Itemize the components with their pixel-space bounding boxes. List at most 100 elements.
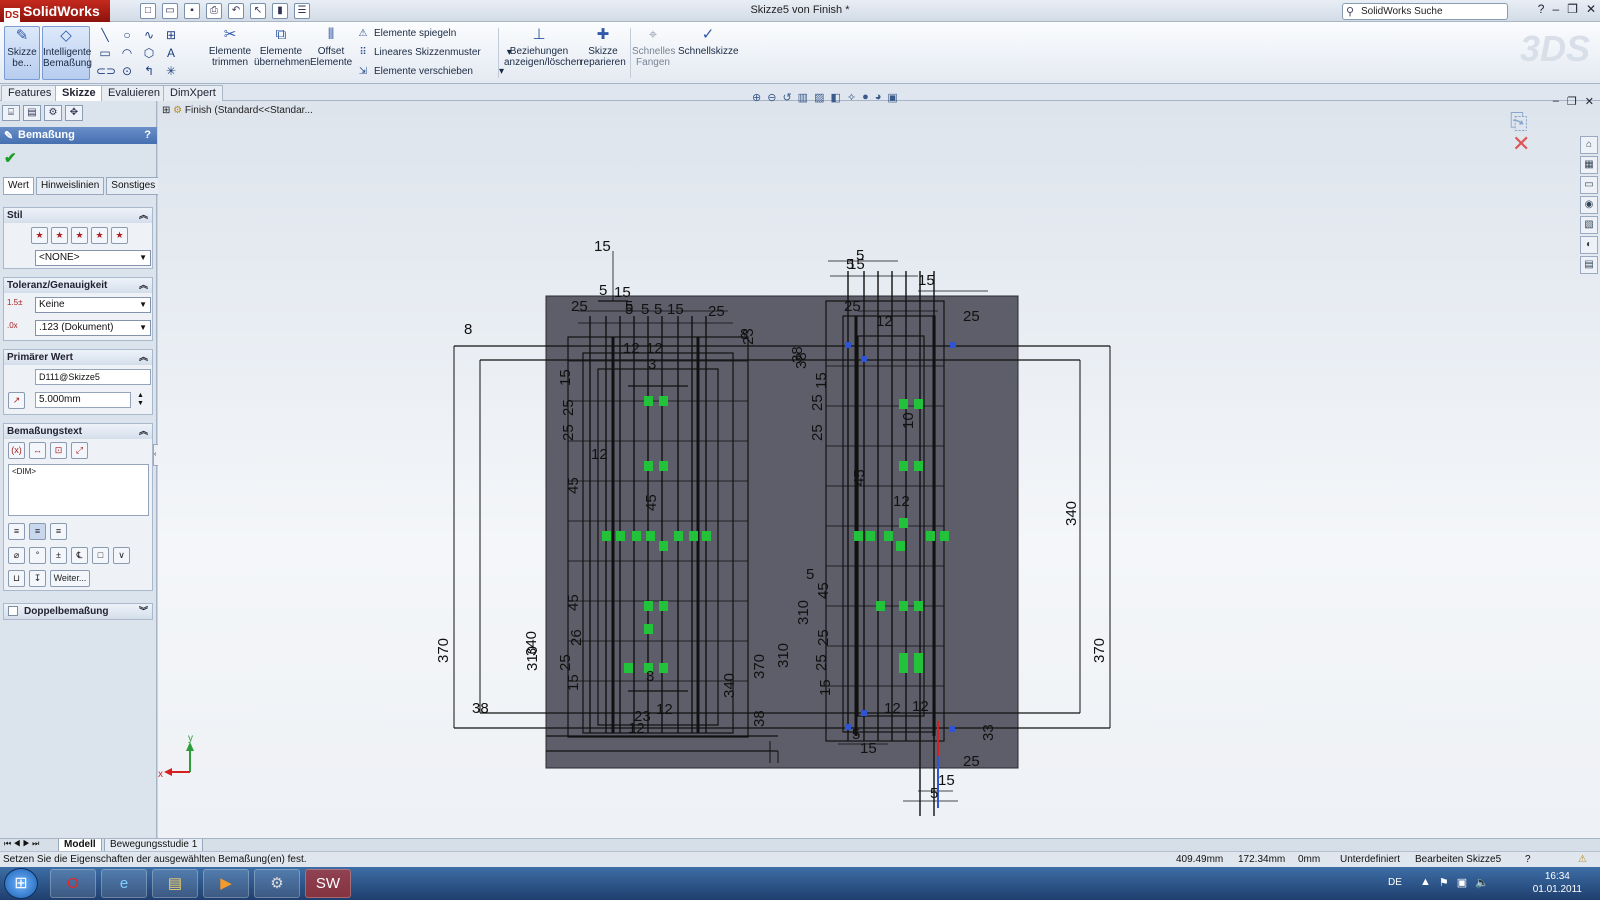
- sketch-canvas[interactable]: 155 15525 5 5 5 15 258 82312 1233815252512454545…: [158, 101, 1578, 838]
- right-dimension-label[interactable]: 25: [813, 654, 830, 671]
- constraint-marker[interactable]: [644, 624, 653, 634]
- opera-icon[interactable]: O: [50, 869, 96, 898]
- right-dimension-label[interactable]: 25: [815, 629, 832, 646]
- dimension-value-field[interactable]: 5.000mm: [35, 392, 131, 408]
- constraint-marker[interactable]: [602, 531, 611, 541]
- right-dimension-label[interactable]: 310: [775, 643, 792, 668]
- volume-icon[interactable]: 🔈: [1475, 876, 1489, 889]
- constraint-marker[interactable]: [644, 601, 653, 611]
- collapse-icon[interactable]: ︽: [139, 278, 148, 293]
- constraint-marker[interactable]: [624, 663, 633, 673]
- solidworks-task-icon[interactable]: SW: [305, 869, 351, 898]
- delete-style-icon[interactable]: ★: [71, 227, 88, 244]
- right-dimension-label[interactable]: 310: [795, 600, 812, 625]
- center-dim-icon[interactable]: ↔: [29, 442, 46, 459]
- tray-up-arrow-icon[interactable]: ▲: [1420, 876, 1431, 889]
- right-dimension-label[interactable]: 15: [848, 256, 865, 273]
- mirror-entities-button[interactable]: ⚠ Elemente spiegeln: [356, 26, 457, 42]
- constraint-marker[interactable]: [644, 396, 653, 406]
- resources-icon[interactable]: ⌂: [1580, 136, 1598, 154]
- collapse-icon[interactable]: ︽: [139, 208, 148, 223]
- right-dimension-label[interactable]: 25: [963, 308, 980, 325]
- plus-minus-icon[interactable]: ±: [50, 547, 67, 564]
- move-entities-button[interactable]: ⇲ Elemente verschieben ▾: [356, 64, 504, 80]
- left-dimension-label[interactable]: 15: [594, 238, 611, 255]
- constraint-marker[interactable]: [899, 518, 908, 528]
- trim-entities-button[interactable]: ✂ Elemente trimmen: [208, 26, 252, 80]
- convert-entities-button[interactable]: ⧉ Elemente übernehmen: [254, 26, 310, 80]
- group-dimtext-header[interactable]: Bemaßungstext ︽: [4, 424, 152, 439]
- tab-features[interactable]: Features: [1, 85, 59, 101]
- depth-icon[interactable]: ↧: [29, 570, 46, 587]
- repair-sketch-button[interactable]: ✚ Skizze reparieren: [580, 26, 626, 80]
- collapse-icon[interactable]: ︽: [139, 350, 148, 365]
- restore-icon[interactable]: ❐: [1567, 2, 1578, 16]
- right-dimension-label[interactable]: 5: [806, 566, 814, 583]
- tab-nav-arrows-icon[interactable]: ⏮ ◀ ▶ ⏭: [4, 839, 39, 849]
- dimension-text-area[interactable]: <DIM>: [8, 464, 149, 516]
- constraint-marker[interactable]: [896, 541, 905, 551]
- right-dimension-label[interactable]: 15: [938, 772, 955, 789]
- left-dimension-label[interactable]: 38: [751, 710, 768, 727]
- constraint-marker[interactable]: [899, 663, 908, 673]
- style-select[interactable]: <NONE> ▼: [35, 250, 151, 266]
- constraint-marker[interactable]: [854, 531, 863, 541]
- precision-select[interactable]: .123 (Dokument) ▼: [35, 320, 151, 336]
- group-tolerance-header[interactable]: Toleranz/Genauigkeit ︽: [4, 278, 152, 293]
- offset-text-icon[interactable]: ⤢: [71, 442, 88, 459]
- constraint-marker[interactable]: [646, 531, 655, 541]
- sketch-endpoint[interactable]: [845, 724, 851, 730]
- sketch-button[interactable]: ✎ Skizze be...: [4, 26, 40, 80]
- arc-icon[interactable]: ◠: [118, 44, 136, 62]
- ok-check-icon[interactable]: ✔: [4, 149, 17, 167]
- explorer-icon[interactable]: ▤: [152, 869, 198, 898]
- reverse-direction-icon[interactable]: ↗: [8, 392, 25, 409]
- fillet-icon[interactable]: ↰: [140, 62, 158, 80]
- tolerance-type-select[interactable]: Keine ▼: [35, 297, 151, 313]
- start-button-icon[interactable]: ⊞: [4, 868, 38, 899]
- internet-explorer-icon[interactable]: e: [101, 869, 147, 898]
- point-circle-icon[interactable]: ⊙: [118, 62, 136, 80]
- sketch-endpoint[interactable]: [950, 342, 956, 348]
- dual-checkbox[interactable]: [8, 606, 18, 616]
- file-explorer-icon[interactable]: ▭: [1580, 176, 1598, 194]
- grid-icon[interactable]: ⊞: [162, 26, 180, 44]
- right-dimension-label[interactable]: 15: [817, 679, 834, 696]
- constraint-marker[interactable]: [914, 399, 923, 409]
- left-dimension-label[interactable]: 25: [571, 298, 588, 315]
- left-dimension-label[interactable]: 12: [656, 701, 673, 718]
- left-dimension-label[interactable]: 340: [721, 673, 738, 698]
- left-dimension-label[interactable]: 3: [648, 356, 656, 373]
- clock[interactable]: 16:34 01.01.2011: [1533, 870, 1582, 896]
- left-dimension-label[interactable]: 5: [654, 301, 662, 318]
- counterbore-icon[interactable]: ⊔: [8, 570, 25, 587]
- left-dimension-label[interactable]: 370: [751, 654, 768, 679]
- constraint-marker[interactable]: [866, 531, 875, 541]
- constraint-marker[interactable]: [659, 541, 668, 551]
- search-input[interactable]: ⚲ SolidWorks Suche: [1342, 3, 1508, 20]
- constraint-marker[interactable]: [632, 531, 641, 541]
- appearances-icon[interactable]: ◐: [1580, 236, 1598, 254]
- constraint-marker[interactable]: [659, 663, 668, 673]
- text-icon[interactable]: A: [162, 44, 180, 62]
- constraint-marker[interactable]: [644, 461, 653, 471]
- right-dimension-label[interactable]: 12: [912, 698, 929, 715]
- left-dimension-label[interactable]: 23: [740, 328, 757, 345]
- group-primary-header[interactable]: Primärer Wert ︽: [4, 350, 152, 365]
- left-dimension-label[interactable]: 5: [625, 301, 633, 318]
- left-dimension-label[interactable]: 45: [643, 494, 660, 511]
- point-icon[interactable]: ✳: [162, 62, 180, 80]
- right-dimension-label[interactable]: 33: [980, 724, 997, 741]
- constraint-marker[interactable]: [674, 531, 683, 541]
- left-dimension-label[interactable]: 25: [708, 303, 725, 320]
- media-player-icon[interactable]: ▶: [203, 869, 249, 898]
- smart-dimension-button[interactable]: ◇ Intelligente Bemaßung: [42, 26, 92, 80]
- right-dimension-label[interactable]: 12: [884, 700, 901, 717]
- minimize-icon[interactable]: –: [1552, 2, 1559, 16]
- constraint-marker[interactable]: [914, 653, 923, 663]
- inspection-dim-icon[interactable]: ⊡: [50, 442, 67, 459]
- add-style-icon[interactable]: ★: [51, 227, 68, 244]
- right-dimension-label[interactable]: 15: [813, 372, 830, 389]
- right-dimension-label[interactable]: 25: [809, 394, 826, 411]
- tab-dimxpert[interactable]: DimXpert: [163, 85, 223, 101]
